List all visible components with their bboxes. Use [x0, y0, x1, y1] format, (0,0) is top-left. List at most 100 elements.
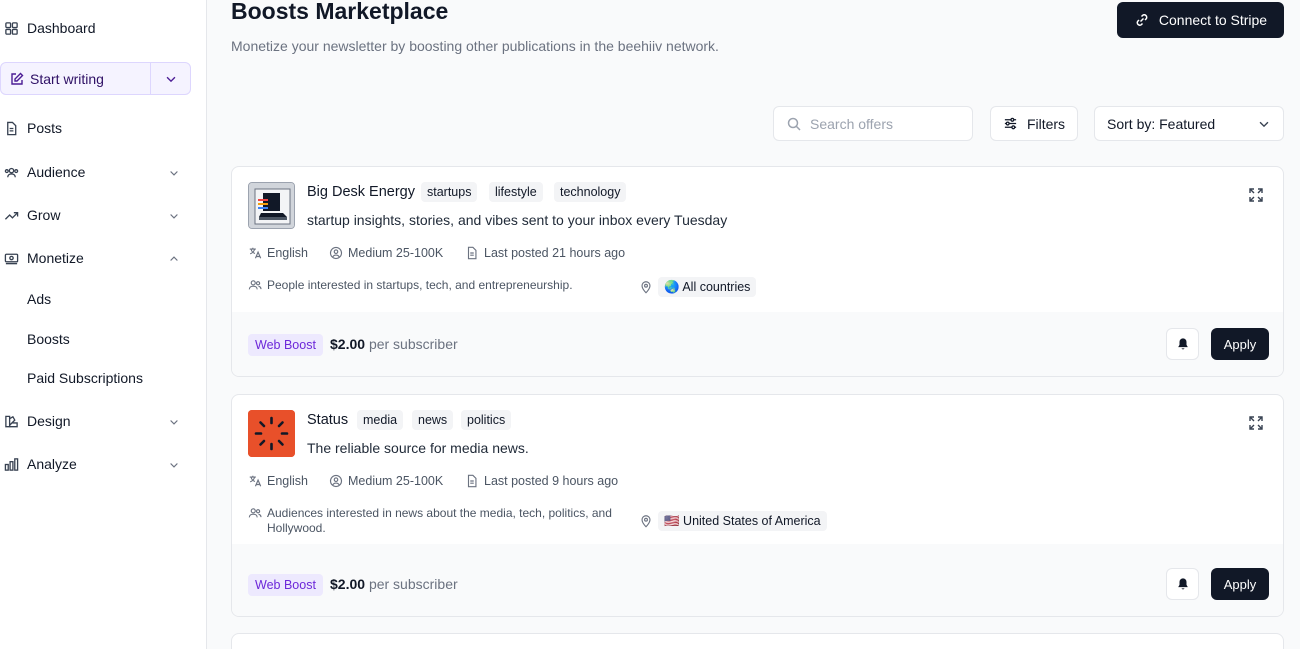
expand-icon[interactable]	[1248, 415, 1264, 431]
apply-button[interactable]: Apply	[1211, 328, 1269, 360]
link-icon	[1136, 14, 1148, 26]
sidebar-item-dashboard[interactable]: Dashboard	[0, 16, 96, 40]
notify-button[interactable]	[1166, 568, 1199, 600]
page-subtitle: Monetize your newsletter by boosting oth…	[231, 38, 719, 54]
web-boost-badge: Web Boost	[248, 574, 323, 596]
chevron-down-icon[interactable]	[168, 166, 182, 180]
page-title: Boosts Marketplace	[231, 0, 449, 24]
bell-icon	[1177, 578, 1188, 590]
connect-stripe-button[interactable]: Connect to Stripe	[1117, 2, 1284, 38]
publication-logo	[248, 410, 295, 457]
user-circle-icon	[329, 246, 343, 260]
users-icon	[3, 164, 19, 180]
web-boost-badge: Web Boost	[248, 334, 323, 356]
sidebar-item-label: Audience	[27, 164, 86, 180]
audience-text: People interested in startups, tech, and…	[267, 278, 573, 292]
sidebar-item-label: Posts	[27, 120, 63, 136]
search-input[interactable]	[810, 115, 960, 132]
cash-icon	[3, 250, 19, 266]
chevron-down-icon	[1259, 121, 1269, 127]
publication-name[interactable]: Status	[307, 412, 348, 428]
translate-icon	[248, 474, 262, 488]
location-badge: 🇺🇸 United States of America	[658, 511, 827, 531]
users-icon	[248, 278, 262, 292]
price-amount: $2.00	[330, 336, 366, 352]
notify-button[interactable]	[1166, 328, 1199, 360]
search-icon	[786, 116, 802, 132]
search-box	[773, 106, 973, 141]
language-text: English	[267, 246, 308, 260]
chevron-down-icon	[166, 76, 175, 82]
palette-icon	[3, 413, 19, 429]
language-meta: English	[248, 246, 308, 260]
sliders-icon	[1004, 117, 1017, 130]
start-writing-label: Start writing	[30, 70, 104, 87]
chevron-up-icon[interactable]	[168, 252, 182, 266]
offer-card	[231, 633, 1284, 649]
sidebar-item-posts[interactable]: Posts	[0, 116, 62, 140]
translate-icon	[248, 246, 262, 260]
category-tag: startups	[421, 182, 478, 202]
sidebar-item-monetize[interactable]: Monetize	[0, 246, 84, 270]
sort-select[interactable]: Sort by: Featured	[1094, 106, 1284, 141]
location-pin-icon	[639, 514, 653, 528]
size-text: Medium 25-100K	[348, 474, 444, 488]
chevron-down-icon[interactable]	[168, 209, 182, 223]
document-icon	[465, 474, 479, 488]
last-posted-meta: Last posted 21 hours ago	[465, 246, 625, 260]
grid-icon	[3, 20, 19, 36]
size-meta: Medium 25-100K	[329, 246, 443, 260]
expand-icon[interactable]	[1248, 187, 1264, 203]
publication-description: startup insights, stories, and vibes sen…	[307, 212, 728, 228]
offer-card: Big Desk Energy startups lifestyle techn…	[231, 166, 1284, 377]
sidebar-item-label: Dashboard	[27, 20, 96, 36]
price-text: $2.00 per subscriber	[330, 336, 458, 352]
document-icon	[465, 246, 479, 260]
start-writing-split-button: Start writing	[0, 62, 191, 95]
publication-description: The reliable source for media news.	[307, 440, 529, 456]
location-pin-icon	[639, 280, 653, 294]
sidebar-item-analyze[interactable]: Analyze	[0, 452, 77, 476]
users-icon	[248, 506, 262, 520]
user-circle-icon	[329, 474, 343, 488]
audience-meta: People interested in startups, tech, and…	[248, 278, 612, 293]
sidebar-item-grow[interactable]: Grow	[0, 203, 60, 227]
audience-text: Audiences interested in news about the m…	[267, 506, 612, 535]
sidebar-item-label: Grow	[27, 207, 61, 223]
sidebar-item-ads[interactable]: Ads	[27, 289, 51, 309]
offer-card-footer: Web Boost $2.00 per subscriber Apply	[232, 312, 1283, 376]
location-badge: 🌏 All countries	[658, 277, 757, 297]
price-unit: per subscriber	[368, 336, 458, 352]
chevron-down-icon[interactable]	[168, 415, 182, 429]
sidebar-item-design[interactable]: Design	[0, 409, 71, 433]
price-unit: per subscriber	[368, 576, 458, 592]
category-tag: news	[412, 410, 454, 430]
start-writing-dropdown[interactable]	[151, 63, 190, 94]
size-text: Medium 25-100K	[348, 246, 444, 260]
offer-card-footer: Web Boost $2.00 per subscriber Apply	[232, 544, 1283, 616]
sidebar-item-audience[interactable]: Audience	[0, 160, 85, 184]
language-text: English	[267, 474, 308, 488]
size-meta: Medium 25-100K	[329, 474, 443, 488]
category-tag: lifestyle	[489, 182, 543, 202]
price-amount: $2.00	[330, 576, 366, 592]
apply-button[interactable]: Apply	[1211, 568, 1269, 600]
filters-button[interactable]: Filters	[990, 106, 1078, 141]
sidebar-item-boosts[interactable]: Boosts	[27, 329, 70, 349]
offer-card: Status media news politics The reliable …	[231, 394, 1284, 617]
sidebar-item-label: Design	[27, 413, 71, 429]
pencil-square-icon	[9, 71, 25, 87]
language-meta: English	[248, 474, 308, 488]
document-icon	[3, 120, 19, 136]
bell-icon	[1177, 338, 1188, 350]
category-tag: media	[357, 410, 404, 430]
sidebar-item-paid-subscriptions[interactable]: Paid Subscriptions	[27, 368, 143, 388]
connect-stripe-label: Connect to Stripe	[1158, 12, 1268, 28]
sidebar-item-label: Analyze	[27, 456, 77, 472]
chevron-down-icon[interactable]	[168, 458, 182, 472]
last-posted-text: Last posted 21 hours ago	[484, 246, 626, 260]
category-tag: technology	[554, 182, 627, 202]
start-writing-button[interactable]: Start writing	[1, 63, 151, 94]
price-text: $2.00 per subscriber	[330, 576, 458, 592]
publication-name[interactable]: Big Desk Energy	[307, 184, 415, 200]
